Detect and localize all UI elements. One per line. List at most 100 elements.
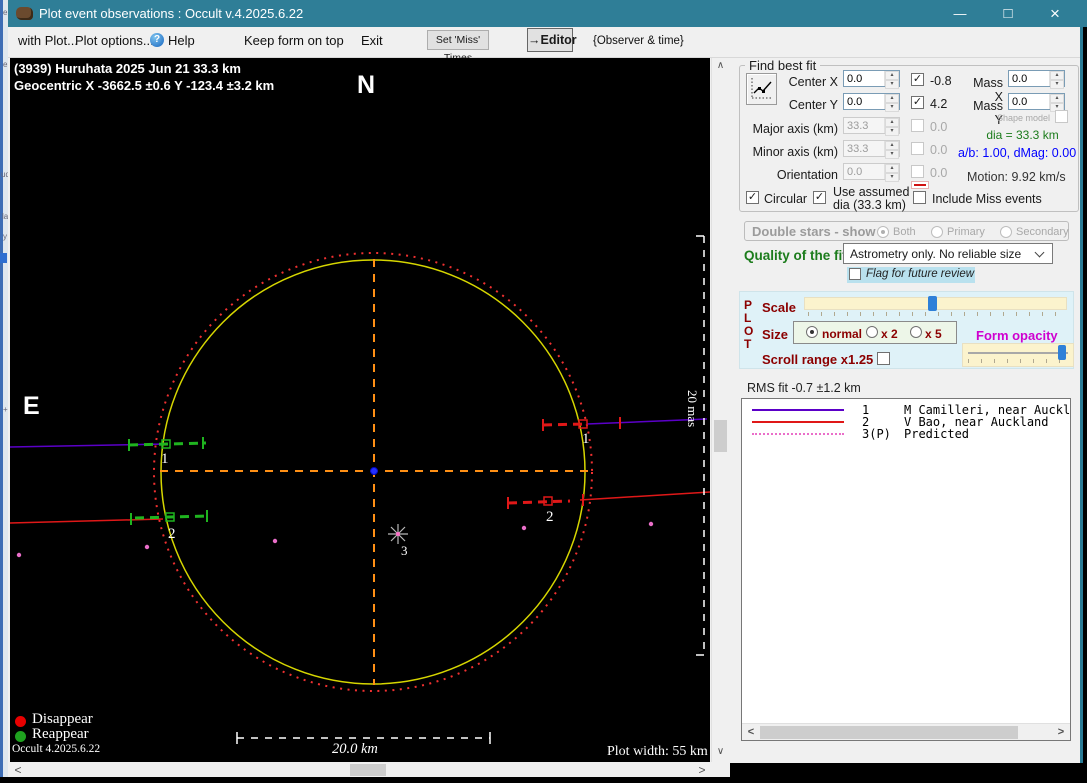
spin-up-icon[interactable]: ▴ [1050,94,1064,103]
include-miss-checkbox[interactable]: ✓ [913,191,926,204]
menu-plot-options[interactable]: Plot options... [75,33,154,48]
flag-checkbox[interactable]: ✓ [849,268,861,280]
menu-keep-on-top[interactable]: Keep form on top [244,33,344,48]
minor-axis-label: Minor axis (km) [746,145,838,159]
spin-down-icon: ▾ [885,150,899,159]
center-x-label: Center X [758,75,838,89]
use-assumed-checkbox[interactable]: ✓ [813,191,826,204]
major-axis-fit-value: 0.0 [930,120,947,134]
spin-up-icon[interactable]: ▴ [885,71,899,80]
chord2-label-right: 2 [546,509,554,525]
scroll-range-checkbox[interactable]: ✓ [877,352,890,365]
mass-y-value[interactable]: 0.0 [1009,94,1049,109]
spin-up-icon[interactable]: ▴ [1050,71,1064,80]
observation-name: Predicted [904,427,969,441]
center-y-checkbox[interactable]: ✓ [911,96,924,109]
use-assumed-label-line2: dia (33.3 km) [833,198,906,212]
motion-label: Motion: 9.92 km/s [967,170,1066,184]
north-label: N [357,71,375,100]
predicted-label: 3 [401,543,408,558]
close-button[interactable]: × [1032,0,1078,27]
center-x-checkbox[interactable]: ✓ [911,73,924,86]
size-normal-label: normal [822,327,862,341]
background-window-sliver: e e ud la y + [0,0,8,783]
check-icon: ✓ [748,191,757,203]
east-label: E [23,392,40,421]
scroll-right-arrow[interactable]: > [1055,726,1067,738]
center-x-value[interactable]: 0.0 [844,71,884,86]
spin-up-icon[interactable]: ▴ [885,94,899,103]
window-title: Plot event observations : Occult v.4.202… [39,6,303,21]
set-miss-times-button[interactable]: Set 'Miss' Times [427,30,489,50]
size-x5-radio[interactable] [910,326,922,338]
opacity-slider-thumb[interactable] [1058,345,1066,360]
center-x-spinner[interactable]: 0.0 ▴▾ [843,70,900,87]
chord1-left [10,444,166,447]
minor-axis-spinner: 33.3 ▴▾ [843,140,900,157]
bg-fragment: y [3,232,7,241]
chevron-down-icon [1035,248,1045,258]
reappear-label: Reappear [32,726,89,743]
minor-axis-checkbox: ✓ [911,142,924,155]
scroll-down-arrow[interactable]: ∨ [714,746,727,757]
plot-vertical-scrollbar[interactable]: ∧ ∨ [711,58,728,762]
center-y-spinner[interactable]: 0.0 ▴▾ [843,93,900,110]
size-normal-radio[interactable] [806,326,818,338]
minimize-button[interactable]: — [937,0,983,27]
quality-dropdown[interactable]: Astrometry only. No reliable size [843,243,1053,264]
scroll-right-arrow[interactable]: > [696,763,708,777]
plot-letter-o: O [744,324,753,338]
scroll-left-arrow[interactable]: < [745,726,757,738]
scale-label: Scale [762,300,796,315]
double-both-radio [877,226,889,238]
predicted-dot [145,545,149,549]
check-icon: ✓ [815,191,824,203]
scroll-range-label: Scroll range x1.25 [762,352,873,367]
circular-checkbox[interactable]: ✓ [746,191,759,204]
spin-down-icon[interactable]: ▾ [885,103,899,112]
size-x2-radio[interactable] [866,326,878,338]
plot-title-line1: (3939) Huruhata 2025 Jun 21 33.3 km [14,61,241,76]
double-stars-title: Double stars - show [752,224,876,239]
spin-down-icon[interactable]: ▾ [885,80,899,89]
help-icon[interactable]: ? [150,33,164,47]
check-icon: ✓ [913,96,922,108]
predicted-dot [522,526,526,530]
scroll-up-arrow[interactable]: ∧ [714,60,727,71]
spin-down-icon[interactable]: ▾ [1050,80,1064,89]
maximize-button[interactable]: □ [985,0,1031,27]
predicted-line-swatch [752,433,844,435]
observation-listbox[interactable]: 1 M Camilleri, near Auckl 2 V Bao, near … [741,398,1071,741]
quality-value: Astrometry only. No reliable size [850,247,1021,261]
desktop-edge-right [1083,27,1087,763]
scroll-left-arrow[interactable]: < [12,763,24,777]
listbox-horizontal-scrollbar[interactable]: < > [742,723,1070,740]
orientation-checkbox: ✓ [911,165,924,178]
shape-model-checkbox[interactable]: ✓ [1055,110,1068,123]
center-x-fit-value: -0.8 [930,74,952,88]
menu-with-plot[interactable]: with Plot... [18,33,78,48]
size-label: Size [762,327,788,342]
mass-x-spinner[interactable]: 0.0 ▴▾ [1008,70,1065,87]
title-bar: Plot event observations : Occult v.4.202… [8,0,1087,27]
plot-letter-t: T [744,337,751,351]
menu-exit[interactable]: Exit [361,33,383,48]
center-y-fit-value: 4.2 [930,97,947,111]
center-y-value[interactable]: 0.0 [844,94,884,109]
list-item[interactable]: 3(P) Predicted [742,427,1070,440]
mas-scale-bar [696,236,704,655]
mass-y-spinner[interactable]: 0.0 ▴▾ [1008,93,1065,110]
plot-canvas[interactable]: 1 1 2 2 3 (3939) Huruhata 2025 Jun 21 33… [10,58,710,762]
quality-label: Quality of the fit [744,248,847,263]
scroll-thumb[interactable] [350,764,386,776]
mass-x-value[interactable]: 0.0 [1009,71,1049,86]
shape-model-label: Shape model [995,113,1050,123]
menu-help[interactable]: Help [168,33,195,48]
scale-slider-thumb[interactable] [928,296,937,311]
editor-button[interactable]: →Editor [527,28,573,52]
use-assumed-label-line1: Use assumed [833,185,909,199]
background-window-scrollbar [0,0,3,783]
scroll-thumb[interactable] [714,420,727,452]
scroll-thumb[interactable] [760,726,1018,739]
plot-horizontal-scrollbar[interactable]: < > [10,762,710,778]
